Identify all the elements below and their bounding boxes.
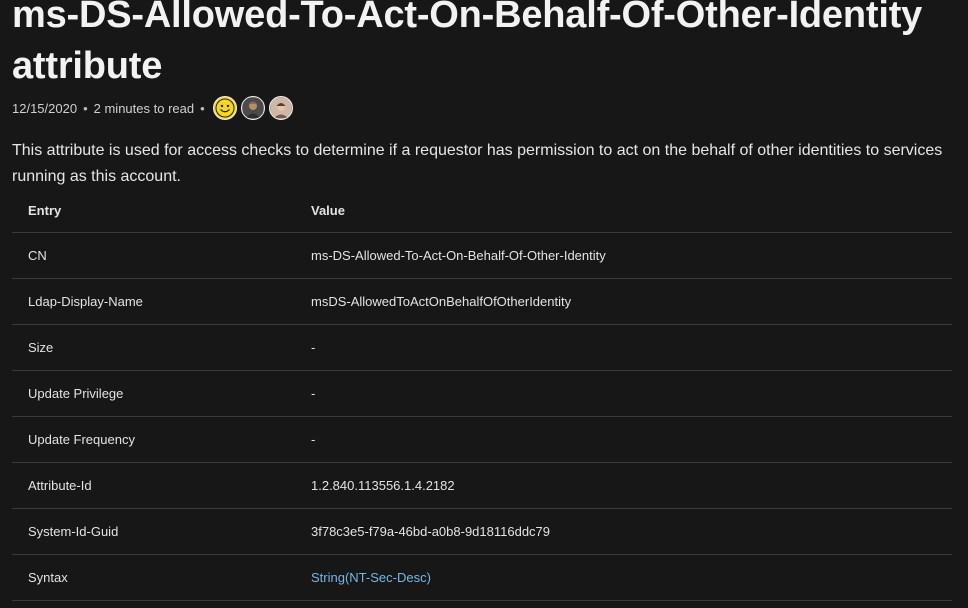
contributor-avatar[interactable] bbox=[240, 96, 265, 120]
value-cell: String(NT-Sec-Desc) bbox=[295, 554, 952, 601]
syntax-link[interactable]: String(NT-Sec-Desc) bbox=[311, 570, 431, 585]
column-header-value: Value bbox=[295, 188, 952, 233]
article-date: 12/15/2020 bbox=[12, 100, 78, 116]
value-cell: - bbox=[295, 416, 952, 463]
metadata-separator: • bbox=[200, 100, 205, 116]
value-cell: ms-DS-Allowed-To-Act-On-Behalf-Of-Other-… bbox=[295, 232, 952, 279]
table-row: Update Privilege - bbox=[12, 370, 952, 417]
metadata-separator: • bbox=[83, 100, 88, 116]
table-row: Size - bbox=[12, 324, 952, 371]
entry-cell: Attribute-Id bbox=[12, 462, 295, 509]
table-row: Syntax String(NT-Sec-Desc) bbox=[12, 554, 952, 601]
table-row: Update Frequency - bbox=[12, 416, 952, 463]
table-header-row: Entry Value bbox=[12, 188, 952, 233]
column-header-entry: Entry bbox=[12, 188, 295, 233]
article-metadata: 12/15/2020 • 2 minutes to read • bbox=[12, 94, 297, 122]
value-cell: - bbox=[295, 324, 952, 371]
value-cell: - bbox=[295, 370, 952, 417]
smiley-icon bbox=[215, 98, 235, 118]
table-row: System-Id-Guid 3f78c3e5-f79a-46bd-a0b8-9… bbox=[12, 508, 952, 555]
page-title: ms-DS-Allowed-To-Act-On-Behalf-Of-Other-… bbox=[12, 0, 923, 87]
table-row: CN ms-DS-Allowed-To-Act-On-Behalf-Of-Oth… bbox=[12, 232, 952, 279]
smiley-avatar[interactable] bbox=[212, 96, 237, 120]
entry-cell: Syntax bbox=[12, 554, 295, 601]
entry-cell: System-Id-Guid bbox=[12, 508, 295, 555]
read-time: 2 minutes to read bbox=[93, 100, 195, 116]
article-page: ms-DS-Allowed-To-Act-On-Behalf-Of-Other-… bbox=[0, 0, 968, 608]
value-cell: 1.2.840.113556.1.4.2182 bbox=[295, 462, 952, 509]
entry-cell: CN bbox=[12, 232, 295, 279]
value-cell: 3f78c3e5-f79a-46bd-a0b8-9d18116ddc79 bbox=[295, 508, 952, 555]
contributors-list bbox=[212, 96, 297, 120]
person-icon bbox=[270, 98, 291, 118]
entry-cell: Ldap-Display-Name bbox=[12, 278, 295, 325]
value-cell: msDS-AllowedToActOnBehalfOfOtherIdentity bbox=[295, 278, 952, 325]
attribute-table: Entry Value CN ms-DS-Allowed-To-Act-On-B… bbox=[12, 188, 952, 601]
entry-cell: Size bbox=[12, 324, 295, 371]
person-icon bbox=[242, 98, 263, 118]
entry-cell: Update Privilege bbox=[12, 370, 295, 417]
table-row: Attribute-Id 1.2.840.113556.1.4.2182 bbox=[12, 462, 952, 509]
intro-paragraph: This attribute is used for access checks… bbox=[12, 142, 943, 185]
table-row: Ldap-Display-Name msDS-AllowedToActOnBeh… bbox=[12, 278, 952, 325]
contributor-avatar[interactable] bbox=[268, 96, 293, 120]
entry-cell: Update Frequency bbox=[12, 416, 295, 463]
